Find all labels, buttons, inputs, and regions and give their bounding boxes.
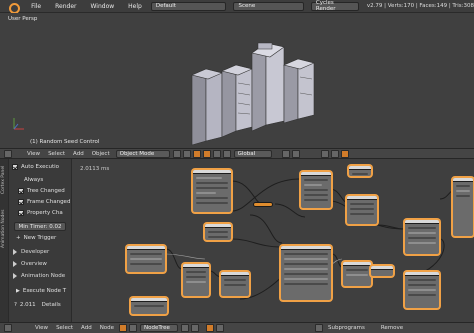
layer-buttons-icon[interactable] <box>281 149 290 158</box>
node-output[interactable] <box>404 271 440 309</box>
node-header <box>301 172 331 176</box>
mode-selector[interactable]: Object Mode <box>115 149 170 158</box>
pivot-point-icon[interactable] <box>182 149 191 158</box>
layout-selector[interactable]: Default <box>150 1 227 11</box>
fake-user-icon[interactable] <box>181 324 190 332</box>
editor-type-icon[interactable] <box>4 324 12 332</box>
scene-value: Scene <box>238 3 256 9</box>
menu-file[interactable]: File <box>24 3 48 10</box>
node-header <box>405 272 439 276</box>
viewport-header: View Select Add Object Object Mode Globa… <box>0 148 474 159</box>
scene-geometry <box>13 42 315 146</box>
layout-value: Default <box>155 3 176 9</box>
menu-window[interactable]: Window <box>84 3 122 10</box>
snap-icon[interactable] <box>206 324 215 332</box>
mode-value: Object Mode <box>119 150 155 157</box>
menu-view[interactable]: View <box>31 325 52 331</box>
node-tree-browse-icon[interactable] <box>129 324 138 332</box>
orientation-value: Global <box>237 150 256 157</box>
new-tree-icon[interactable] <box>191 324 200 332</box>
scene-selector[interactable]: Scene <box>233 1 304 11</box>
node-header <box>281 246 331 250</box>
node-transform[interactable] <box>346 195 378 225</box>
manipulator-icon[interactable] <box>192 149 201 158</box>
node-bottom-left[interactable] <box>130 297 168 315</box>
menu-add[interactable]: Add <box>69 151 88 157</box>
backdrop-icon[interactable] <box>216 324 225 332</box>
node-object-instancer[interactable] <box>300 171 332 209</box>
scene-stats: v2.79 | Verts:170 | Faces:149 | Tris:308 <box>366 3 474 9</box>
scale-icon[interactable] <box>222 149 231 158</box>
reroute-node[interactable] <box>253 202 273 207</box>
editor-type-icon[interactable] <box>4 149 12 158</box>
node-header <box>371 266 393 270</box>
menu-object[interactable]: Object <box>88 151 114 157</box>
active-object-label: (1) Random Seed Control <box>30 139 100 145</box>
node-tree-selector[interactable]: NodeTree <box>140 324 179 332</box>
node-right-edge[interactable] <box>452 177 474 237</box>
menu-select[interactable]: Select <box>44 151 69 157</box>
node-header <box>193 170 231 174</box>
blender-logo-icon[interactable] <box>7 1 21 14</box>
node-header <box>349 166 371 170</box>
node-header <box>131 298 167 302</box>
node-editor[interactable]: Animation Nodes Cortex Panel Auto Execut… <box>0 159 474 322</box>
menu-add[interactable]: Add <box>77 325 96 331</box>
node-header <box>405 220 439 224</box>
node-tree-type-icon[interactable] <box>119 324 128 332</box>
node-tree-name: NodeTree <box>144 325 170 331</box>
translate-icon[interactable] <box>202 149 211 158</box>
menu-node[interactable]: Node <box>96 325 118 331</box>
render-engine-selector[interactable]: Cycles Render <box>310 0 359 12</box>
node-random-seed[interactable] <box>192 169 232 213</box>
node-header <box>343 262 371 266</box>
rotate-icon[interactable] <box>212 149 221 158</box>
3d-viewport[interactable]: User Persp (1) Random Seed Control <box>0 13 474 148</box>
orientation-selector[interactable]: Global <box>233 149 272 158</box>
render-engine-value: Cycles Render <box>315 0 336 12</box>
node-object-matrix[interactable] <box>404 219 440 255</box>
node-editor-header: View Select Add Node NodeTree Subprogram… <box>0 322 474 333</box>
subprograms-icon <box>315 324 324 332</box>
node-header <box>453 178 473 182</box>
menu-view[interactable]: View <box>23 151 44 157</box>
snap-icon[interactable] <box>320 149 329 158</box>
node-header <box>347 196 377 200</box>
node-links <box>165 178 457 300</box>
node-time-info[interactable] <box>126 245 166 273</box>
render-preview-icon[interactable] <box>340 149 349 158</box>
node-header <box>183 264 209 268</box>
node-small-2[interactable] <box>348 165 372 177</box>
node-small-1[interactable] <box>204 223 232 241</box>
node-vector-math[interactable] <box>280 245 332 301</box>
info-header: File Render Window Help Default Scene Cy… <box>0 0 474 14</box>
node-combine[interactable] <box>220 271 250 297</box>
proportional-edit-icon[interactable] <box>330 149 339 158</box>
menu-render[interactable]: Render <box>48 3 83 10</box>
viewport-shading-icon[interactable] <box>172 149 181 158</box>
node-header <box>127 246 165 250</box>
menu-help[interactable]: Help <box>121 3 149 10</box>
node-compare[interactable] <box>342 261 372 287</box>
node-number-math[interactable] <box>182 263 210 297</box>
node-small-3[interactable] <box>370 265 394 277</box>
subprograms-button[interactable]: Subprograms <box>324 325 369 331</box>
node-header <box>205 224 231 228</box>
node-header <box>221 272 249 276</box>
remove-button[interactable]: Remove <box>377 325 407 331</box>
menu-select[interactable]: Select <box>52 325 77 331</box>
layer-buttons-icon-2[interactable] <box>291 149 300 158</box>
